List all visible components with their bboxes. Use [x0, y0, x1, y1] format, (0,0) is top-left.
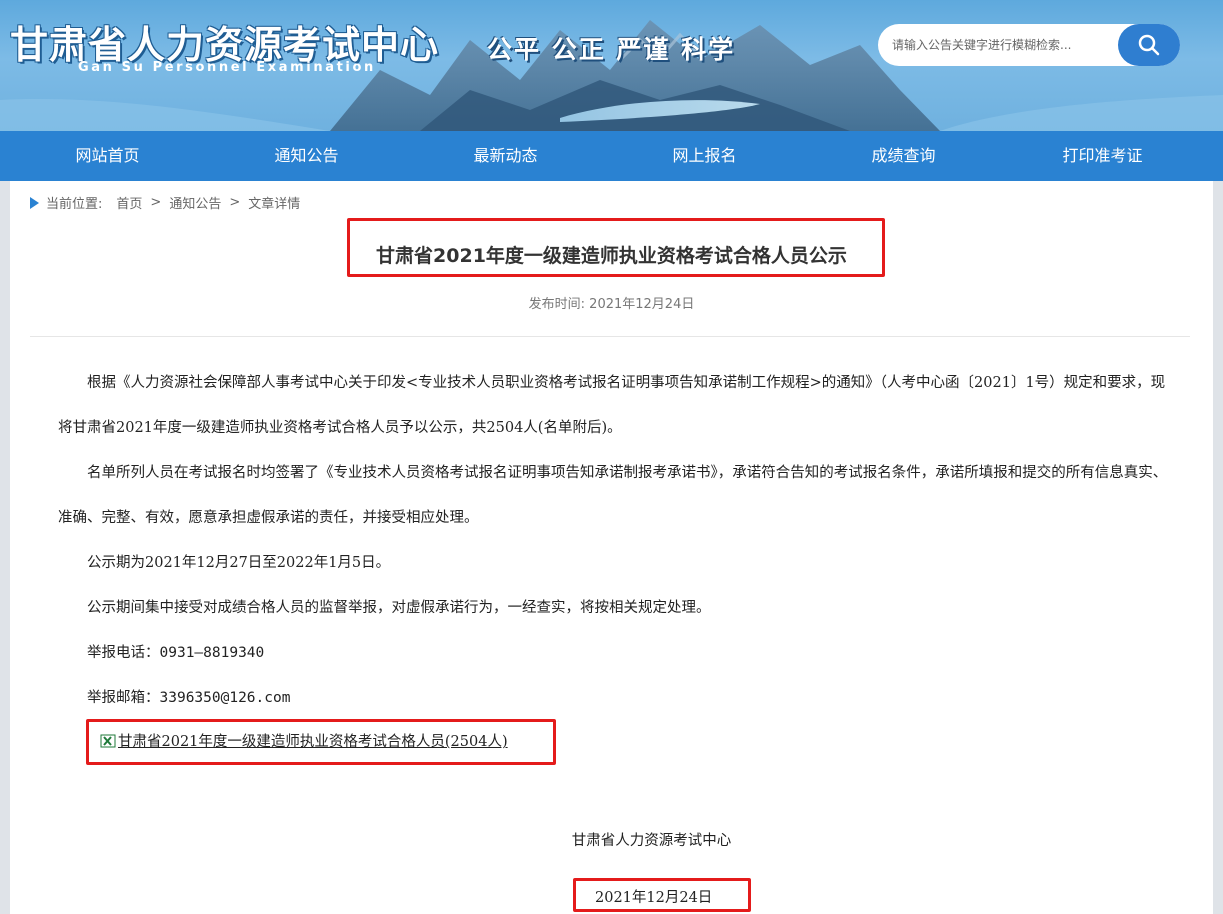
breadcrumb-home-link[interactable]: 首页	[116, 193, 142, 212]
title-divider	[30, 336, 1190, 337]
publish-date: 发布时间: 2021年12月24日	[528, 297, 695, 312]
search-input[interactable]	[892, 34, 1102, 56]
report-phone-line: 举报电话：0931—8819340	[58, 631, 1168, 676]
signature-org: 甘肃省人力资源考试中心	[571, 833, 732, 849]
attachment: 甘肃省2021年度一级建造师执业资格考试合格人员(2504人)	[100, 730, 508, 751]
nav-item-print-ticket[interactable]: 打印准考证	[1003, 131, 1202, 181]
breadcrumb-prefix: 当前位置:	[46, 197, 103, 212]
article-paragraph: 根据《人力资源社会保障部人事考试中心关于印发<专业技术人员职业资格考试报名证明事…	[58, 375, 1166, 436]
article-container: 当前位置: 首页 > 通知公告 > 文章详情 甘肃省2021年度一级建造师执业资…	[10, 181, 1213, 914]
excel-file-icon	[100, 734, 116, 747]
report-phone: 0931—8819340	[159, 645, 265, 661]
site-slogan: 公平 公正 严谨 科学	[487, 35, 736, 64]
report-phone-label: 举报电话：	[87, 645, 160, 661]
breadcrumb-notices-link[interactable]: 通知公告	[169, 193, 221, 212]
breadcrumb: 当前位置: 首页 > 通知公告 > 文章详情	[30, 193, 300, 212]
site-header: 甘肃省人力资源考试中心 Gan Su Personnel Examination…	[0, 0, 1223, 131]
report-email-label: 举报邮箱：	[87, 690, 160, 706]
attachment-link[interactable]: 甘肃省2021年度一级建造师执业资格考试合格人员(2504人)	[118, 730, 508, 751]
breadcrumb-separator: >	[150, 195, 162, 210]
article-paragraph: 公示期间集中接受对成绩合格人员的监督举报，对虚假承诺行为，一经查实，将按相关规定…	[87, 600, 711, 616]
article-paragraph: 公示期为2021年12月27日至2022年1月5日。	[87, 555, 391, 571]
report-email: 3396350@126.com	[159, 690, 291, 706]
nav-item-news[interactable]: 最新动态	[406, 131, 605, 181]
breadcrumb-separator: >	[229, 195, 241, 210]
article-body: 根据《人力资源社会保障部人事考试中心关于印发<专业技术人员职业资格考试报名证明事…	[58, 361, 1168, 721]
site-logo-subtitle: Gan Su Personnel Examination	[78, 60, 376, 75]
breadcrumb-current: 文章详情	[248, 197, 301, 212]
main-nav: 网站首页 通知公告 最新动态 网上报名 成绩查询 打印准考证	[0, 131, 1223, 181]
nav-item-registration[interactable]: 网上报名	[605, 131, 804, 181]
search-box	[878, 24, 1180, 66]
report-email-line: 举报邮箱：3396350@126.com	[58, 676, 1168, 721]
breadcrumb-arrow-icon	[30, 196, 39, 209]
nav-item-score-query[interactable]: 成绩查询	[804, 131, 1003, 181]
article-title: 甘肃省2021年度一级建造师执业资格考试合格人员公示	[376, 245, 847, 267]
signature-date: 2021年12月24日	[595, 890, 713, 906]
search-button[interactable]	[1118, 24, 1180, 66]
nav-item-home[interactable]: 网站首页	[8, 131, 207, 181]
article-paragraph: 名单所列人员在考试报名时均签署了《专业技术人员资格考试报名证明事项告知承诺制报考…	[58, 465, 1168, 526]
search-icon	[1138, 34, 1160, 56]
nav-item-notices[interactable]: 通知公告	[207, 131, 406, 181]
